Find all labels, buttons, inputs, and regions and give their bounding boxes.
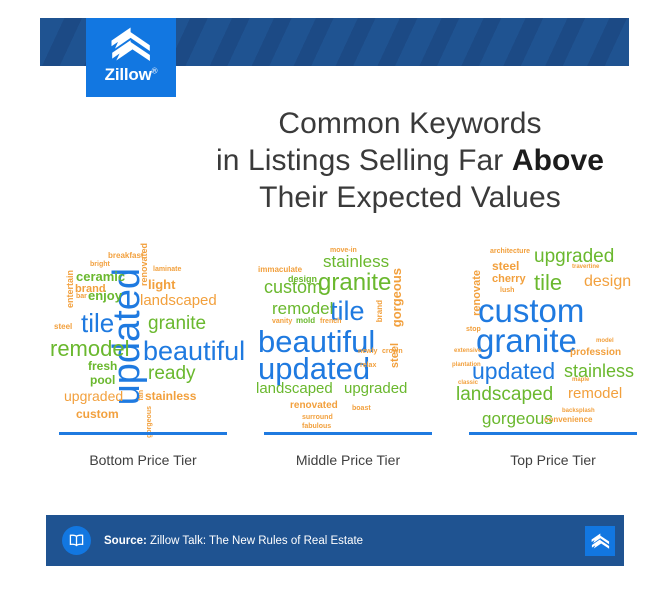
wordcloud-word: bright <box>90 261 110 268</box>
wordcloud-word: ceramic <box>76 269 126 284</box>
tier-label: Bottom Price Tier <box>89 452 197 468</box>
wordcloud-word: lush <box>500 287 515 294</box>
wordcloud-word: steel <box>389 343 401 369</box>
wordcloud-word: remodel <box>568 385 623 402</box>
wordcloud-word: remodel <box>272 299 334 318</box>
wordcloud-middle-price-tier: beautiful updated tile granite stainless cust… <box>250 238 446 438</box>
wordcloud-word: fan <box>138 390 145 401</box>
wordcloud-word: maple <box>572 377 590 383</box>
wordcloud-word: move-in <box>330 247 357 254</box>
wordcloud-word: steel <box>492 259 520 273</box>
wordcloud-word: tile <box>534 270 563 295</box>
wordcloud-word: fabulous <box>302 423 332 430</box>
zillow-house-z-icon <box>111 27 150 61</box>
wordcloud-word: backsplash <box>562 408 595 414</box>
wordcloud-word: updated <box>472 358 556 384</box>
wordcloud-word: beautiful <box>143 336 246 366</box>
wordcloud-word: ready <box>148 363 196 384</box>
wordcloud-word: classic <box>458 380 479 386</box>
wordcloud-word: bar <box>76 293 87 300</box>
wordcloud-word: newly <box>358 348 378 355</box>
wordcloud-bottom-price-tier: updated beautiful tile remodel granite ready l… <box>48 238 246 438</box>
wordcloud-word: stainless <box>145 389 197 403</box>
wordcloud-word: entertain <box>65 270 75 309</box>
title-line-1: Common Keywords <box>278 107 542 140</box>
wordcloud-word: plantation <box>452 362 481 368</box>
tier-rule <box>264 432 432 435</box>
book-icon <box>69 534 84 547</box>
wordcloud-word: upgraded <box>64 388 124 404</box>
wordcloud-word: steel <box>54 322 73 331</box>
tier-label: Top Price Tier <box>510 452 596 468</box>
wordcloud-word: model <box>596 338 614 344</box>
wordcloud-word: design <box>584 273 632 290</box>
wordcloud-word: custom <box>76 407 119 421</box>
source-label: Source: <box>104 534 147 547</box>
wordcloud-word: immaculate <box>258 265 303 274</box>
wordcloud-word: relax <box>360 362 377 369</box>
wordcloud-word: cherry <box>492 273 526 285</box>
zillow-logo-box[interactable]: Zillow® <box>86 18 176 97</box>
wordcloud-word: laminate <box>153 266 182 273</box>
wordcloud-word: surround <box>302 414 333 421</box>
page-title: Common Keywords in Listings Selling Far … <box>180 105 640 216</box>
wordcloud-word: boast <box>352 405 371 412</box>
wordcloud-word: travertine <box>572 264 600 270</box>
wordcloud-top-price-tier: custom granite updated tile upgraded landscap… <box>452 238 648 438</box>
tier-middle: Middle Price Tier <box>253 432 443 468</box>
zillow-footer-logo[interactable] <box>585 525 615 556</box>
title-line-2-prefix: in Listings Selling Far <box>215 144 512 177</box>
wordcloud-word: granite <box>318 269 392 296</box>
book-icon-badge <box>62 526 91 555</box>
tier-label: Middle Price Tier <box>295 452 401 468</box>
wordcloud-word: gorgeous <box>389 268 404 328</box>
wordcloud-word: french <box>320 318 342 325</box>
wordcloud-word: tile <box>81 308 115 338</box>
wordcloud-word: design <box>288 274 318 284</box>
wordcloud-word: convenience <box>544 415 593 424</box>
wordcloud-word: remodel <box>50 336 130 361</box>
wordcloud-word: light <box>148 277 176 292</box>
wordcloud-word: upgraded <box>344 380 408 397</box>
wordcloud-word: granite <box>148 313 207 334</box>
wordcloud-word: renovated <box>290 400 338 411</box>
source-footer: Source: Zillow Talk: The New Rules of Re… <box>46 515 624 566</box>
wordcloud-word: renovated <box>139 243 149 287</box>
wordcloud-word: fresh <box>88 359 118 373</box>
wordcloud-word: stainless <box>323 252 390 271</box>
wordcloud-word: crown <box>382 348 403 355</box>
wordcloud-word: gorgeous <box>482 409 553 428</box>
tier-rule <box>59 432 227 435</box>
tier-top: Top Price Tier <box>458 432 648 468</box>
title-line-3: Their Expected Values <box>259 181 561 214</box>
wordcloud-word: profession <box>570 347 622 358</box>
wordcloud-word: landscaped <box>456 384 554 405</box>
title-line-2: in Listings Selling Far Above <box>180 142 640 179</box>
wordcloud-word: brand <box>375 300 384 323</box>
wordcloud-word: extensive <box>454 348 482 354</box>
wordcloud-word: mold <box>296 316 316 325</box>
source-text: Source: Zillow Talk: The New Rules of Re… <box>104 535 585 547</box>
title-emphasis-above: Above <box>511 144 605 177</box>
wordcloud-word: breakfast <box>108 251 144 260</box>
wordcloud-word: granite <box>476 322 577 359</box>
source-citation: Zillow Talk: The New Rules of Real Estat… <box>146 534 364 547</box>
zillow-z-icon <box>591 532 609 549</box>
zillow-wordmark: Zillow® <box>104 65 158 84</box>
wordcloud-word: stop <box>466 326 481 333</box>
tier-label-row: Bottom Price Tier Middle Price Tier Top … <box>48 432 648 468</box>
wordcloud-word: architecture <box>490 248 531 255</box>
wordcloud-word: landscaped <box>256 380 333 397</box>
tier-rule <box>469 432 637 435</box>
wordcloud-word: renovate <box>471 270 483 316</box>
wordcloud-word: pool <box>90 373 116 387</box>
wordcloud-word: landscaped <box>140 292 217 309</box>
tier-bottom: Bottom Price Tier <box>48 432 238 468</box>
wordcloud-row: updated beautiful tile remodel granite ready l… <box>48 238 648 438</box>
wordcloud-word: vanity <box>272 318 293 325</box>
